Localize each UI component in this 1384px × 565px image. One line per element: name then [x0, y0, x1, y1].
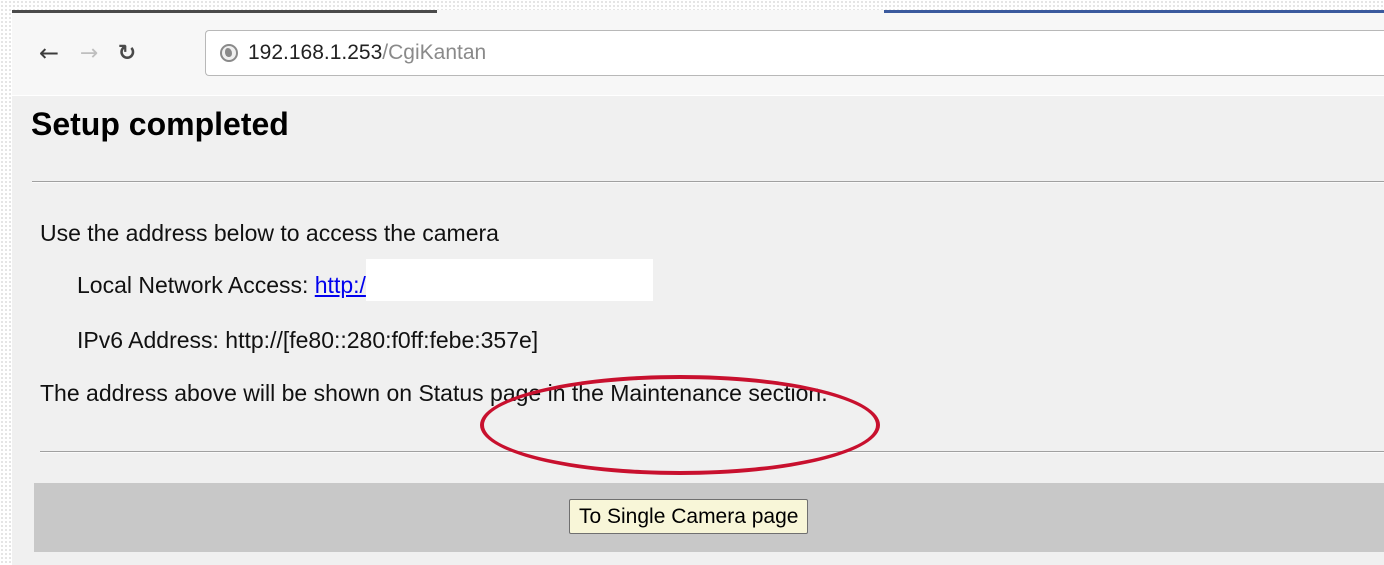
- redacted-area: [365, 258, 653, 301]
- button-bar: To Single Camera page: [34, 483, 1384, 552]
- page-title: Setup completed: [31, 106, 289, 142]
- local-access-link[interactable]: http:/: [315, 272, 366, 298]
- url-host: 192.168.1.253: [248, 41, 383, 64]
- address-bar[interactable]: 192.168.1.253/CgiKantan: [205, 30, 1384, 76]
- intro-text: Use the address below to access the came…: [40, 220, 499, 246]
- tab-strip-edge: [12, 10, 437, 13]
- status-note: The address above will be shown on Statu…: [40, 380, 828, 406]
- local-access-label: Local Network Access:: [77, 272, 315, 298]
- tab-strip-edge-right: [884, 10, 1384, 13]
- local-access-row: Local Network Access: http:/: [77, 258, 653, 301]
- divider-top: [32, 181, 1384, 183]
- ipv6-address: IPv6 Address: http://[fe80::280:f0ff:feb…: [77, 327, 539, 353]
- reload-icon[interactable]: ↻: [112, 38, 142, 68]
- screenshot-frame-left: [0, 0, 12, 565]
- single-camera-page-button[interactable]: To Single Camera page: [569, 499, 809, 534]
- divider-bottom: [40, 451, 1384, 453]
- browser-toolbar: ← → ↻ 192.168.1.253/CgiKantan: [12, 10, 1384, 95]
- address-bar-url[interactable]: 192.168.1.253/CgiKantan: [248, 41, 486, 65]
- url-path: /CgiKantan: [382, 41, 487, 64]
- arrow-right-icon[interactable]: →: [74, 38, 104, 68]
- page-content: Setup completed Use the address below to…: [12, 96, 1384, 565]
- globe-icon: [220, 44, 238, 62]
- arrow-left-icon[interactable]: ←: [34, 38, 64, 68]
